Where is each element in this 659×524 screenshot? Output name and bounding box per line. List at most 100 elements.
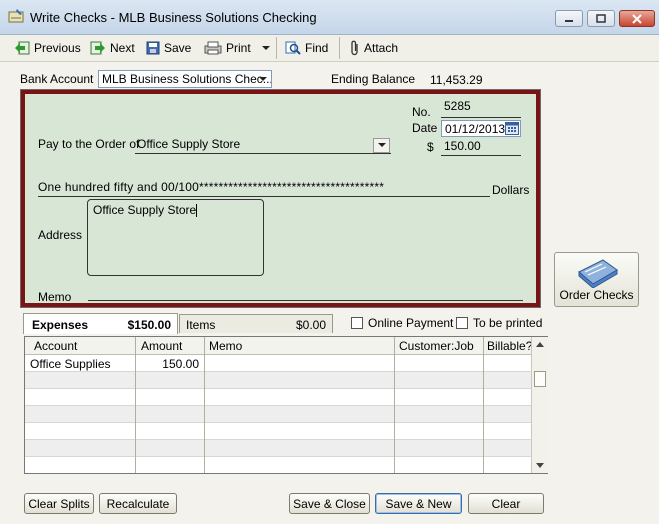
save-button[interactable]: Save [146, 38, 191, 58]
previous-button[interactable]: Previous [14, 38, 81, 58]
to-be-printed-checkbox[interactable] [456, 317, 468, 329]
dollar-sign: $ [427, 140, 434, 154]
expenses-table: Account Amount Memo Customer:Job Billabl… [24, 336, 548, 474]
online-payment-label: Online Payment [368, 316, 454, 330]
column-header-account[interactable]: Account [34, 339, 77, 353]
table-row[interactable] [25, 457, 531, 473]
save-close-label: Save & Close [293, 496, 366, 511]
text-cursor [196, 204, 198, 218]
write-checks-app-icon [8, 9, 24, 23]
calendar-icon[interactable] [505, 122, 519, 135]
bank-account-label: Bank Account [20, 72, 94, 86]
address-field[interactable]: Office Supply Store [87, 199, 264, 276]
payee-field[interactable]: Office Supply Store [135, 137, 391, 154]
next-button[interactable]: Next [90, 38, 135, 58]
check-number-label: No. [412, 105, 431, 119]
chevron-down-icon [377, 143, 386, 147]
payee-dropdown-button[interactable] [373, 138, 390, 153]
address-label: Address [38, 228, 83, 242]
date-label: Date [412, 121, 438, 135]
clear-button[interactable]: Clear [468, 493, 544, 514]
column-header-amount[interactable]: Amount [141, 339, 182, 353]
cell-amount[interactable]: 150.00 [137, 357, 199, 371]
tab-items-amount: $0.00 [295, 318, 326, 332]
tab-expenses-amount: $150.00 [127, 318, 171, 332]
scroll-down-icon[interactable] [536, 463, 544, 468]
column-divider [135, 337, 136, 473]
column-header-billable[interactable]: Billable? [487, 339, 532, 353]
online-payment-checkbox[interactable] [351, 317, 363, 329]
tab-items[interactable]: Items $0.00 [179, 314, 333, 333]
column-divider [204, 337, 205, 473]
address-value: Office Supply Store [93, 203, 197, 217]
window-title: Write Checks - MLB Business Solutions Ch… [30, 10, 317, 25]
toolbar-separator [339, 37, 340, 59]
memo-field[interactable] [88, 290, 523, 301]
column-header-customer-job[interactable]: Customer:Job [399, 339, 474, 353]
to-be-printed-option[interactable]: To be printed [456, 316, 542, 330]
tab-expenses[interactable]: Expenses $150.00 [23, 313, 178, 334]
print-button[interactable]: Print [204, 38, 251, 58]
tab-expenses-label: Expenses [32, 318, 89, 332]
recalculate-button[interactable]: Recalculate [99, 493, 177, 514]
ending-balance-label: Ending Balance [331, 72, 416, 86]
check-number-field[interactable]: 5285 [441, 99, 521, 118]
table-header: Account Amount Memo Customer:Job Billabl… [25, 337, 532, 355]
close-icon [632, 13, 642, 24]
amount-words-value: One hundred fifty and 00/100************… [38, 180, 385, 194]
save-disk-icon [146, 41, 160, 55]
amount-words-field: One hundred fifty and 00/100************… [38, 180, 490, 197]
maximize-icon [596, 14, 606, 23]
table-row[interactable] [25, 372, 531, 389]
printer-icon [204, 41, 222, 55]
next-label: Next [110, 41, 135, 55]
print-dropdown-arrow[interactable] [262, 38, 270, 58]
scroll-thumb[interactable] [534, 371, 546, 387]
previous-arrow-icon [15, 41, 30, 55]
clear-splits-label: Clear Splits [28, 496, 90, 511]
save-close-button[interactable]: Save & Close [289, 493, 370, 514]
toolbar: Previous Next Save Print Find Attach [0, 35, 659, 62]
to-be-printed-label: To be printed [473, 316, 543, 330]
date-field[interactable]: 01/12/2013 [441, 120, 521, 137]
payee-value: Office Supply Store [137, 137, 241, 151]
dollars-label: Dollars [492, 183, 530, 197]
minimize-button[interactable] [555, 10, 583, 27]
find-magnifier-icon [285, 41, 301, 55]
bank-account-value: MLB Business Solutions Chec... [102, 72, 272, 86]
close-button[interactable] [619, 10, 655, 27]
chevron-down-icon [262, 46, 270, 50]
amount-field[interactable]: 150.00 [441, 139, 521, 156]
table-row[interactable]: Office Supplies 150.00 [25, 355, 531, 372]
toolbar-separator [276, 37, 277, 59]
amount-value: 150.00 [444, 139, 481, 153]
minimize-icon [565, 19, 573, 22]
maximize-button[interactable] [587, 10, 615, 27]
paperclip-icon [351, 40, 358, 56]
online-payment-option[interactable]: Online Payment [351, 316, 453, 330]
table-scrollbar[interactable] [531, 337, 548, 473]
print-label: Print [226, 41, 251, 55]
clear-label: Clear [491, 496, 521, 511]
save-label: Save [164, 41, 192, 55]
save-new-button[interactable]: Save & New [375, 493, 462, 514]
recalculate-label: Recalculate [106, 496, 170, 511]
pay-to-label: Pay to the Order of [38, 137, 140, 151]
column-header-memo[interactable]: Memo [209, 339, 242, 353]
column-divider [483, 337, 484, 473]
chevron-down-icon [258, 76, 267, 81]
order-checks-button[interactable]: Order Checks [554, 252, 639, 307]
memo-label: Memo [38, 290, 72, 304]
scroll-up-icon[interactable] [536, 342, 544, 347]
ending-balance-value: 11,453.29 [430, 73, 483, 87]
bank-account-select[interactable]: MLB Business Solutions Chec... [98, 70, 272, 88]
table-row[interactable] [25, 423, 531, 440]
table-row[interactable] [25, 406, 531, 423]
clear-splits-button[interactable]: Clear Splits [24, 493, 94, 514]
check-number-value: 5285 [444, 99, 471, 113]
table-row[interactable] [25, 389, 531, 406]
table-row[interactable] [25, 440, 531, 457]
find-button[interactable]: Find [285, 38, 328, 58]
attach-button[interactable]: Attach [350, 38, 398, 58]
cell-account[interactable]: Office Supplies [30, 357, 111, 371]
